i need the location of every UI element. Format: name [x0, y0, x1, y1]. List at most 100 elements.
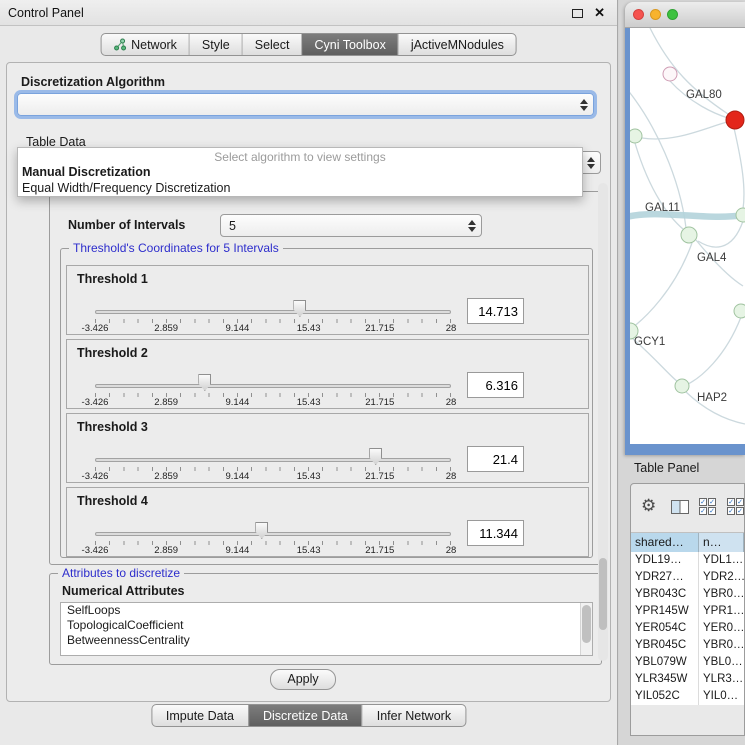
scale-label: 9.144: [226, 397, 250, 408]
threshold-panel: Threshold 2 -3.426 2.859 9.144 15.43 21.…: [66, 339, 589, 409]
table-row[interactable]: YPR145W YPR1…: [631, 603, 744, 620]
threshold-value-field[interactable]: [467, 446, 524, 472]
table-row[interactable]: YLR345W YLR3…: [631, 671, 744, 688]
network-canvas[interactable]: GAL80 GAL11 GAL4 GCY1 HAP2: [630, 28, 745, 444]
network-window-titlebar[interactable]: [625, 2, 745, 28]
tab-infer-network[interactable]: Infer Network: [362, 705, 465, 726]
table-cell[interactable]: YDL1…: [699, 552, 744, 569]
table-cell[interactable]: YIL0…: [699, 688, 744, 705]
table-cell[interactable]: YLR3…: [699, 671, 744, 688]
table-cell[interactable]: YPR145W: [631, 603, 699, 620]
slider-track[interactable]: [95, 532, 451, 536]
scale-label: 28: [446, 397, 457, 408]
tab-discretize-data[interactable]: Discretize Data: [248, 705, 362, 726]
attributes-list[interactable]: SelfLoops TopologicalCoefficient Between…: [60, 602, 593, 656]
table-cell[interactable]: YDL19…: [631, 552, 699, 569]
tab-label: Discretize Data: [263, 709, 348, 723]
table-cell[interactable]: YBL079W: [631, 654, 699, 671]
threshold-slider[interactable]: [95, 300, 451, 318]
network-node[interactable]: [675, 379, 689, 393]
table-cell[interactable]: YDR27…: [631, 569, 699, 586]
table-cell[interactable]: YER0…: [699, 620, 744, 637]
table-cell[interactable]: YBR043C: [631, 586, 699, 603]
popup-item-manual-discretization[interactable]: Manual Discretization: [18, 164, 582, 180]
columns-icon[interactable]: [671, 500, 689, 514]
tab-network[interactable]: Network: [101, 34, 189, 55]
tab-style[interactable]: Style: [189, 34, 242, 55]
table-row[interactable]: YBL079W YBL0…: [631, 654, 744, 671]
close-icon[interactable]: ✕: [594, 5, 605, 21]
slider-thumb[interactable]: [255, 522, 268, 539]
panel-scrollbar[interactable]: [598, 183, 608, 661]
slider-track[interactable]: [95, 458, 451, 462]
minimize-icon[interactable]: [572, 9, 583, 18]
table-cell[interactable]: YIL052C: [631, 688, 699, 705]
tab-select[interactable]: Select: [242, 34, 302, 55]
table-toolbar: ⚙ ✓✓✓✓ ✓✓✓✓: [631, 484, 744, 533]
list-scrollbar[interactable]: [580, 603, 592, 655]
table-row[interactable]: YDR27… YDR2…: [631, 569, 744, 586]
scale-label: 21.715: [365, 545, 394, 556]
table-row[interactable]: YER054C YER0…: [631, 620, 744, 637]
list-item[interactable]: BetweennessCentrality: [61, 633, 592, 648]
close-traffic-light-icon[interactable]: [633, 9, 644, 20]
table-cell[interactable]: YBR045C: [631, 637, 699, 654]
slider-thumb[interactable]: [369, 448, 382, 465]
column-header[interactable]: shared…: [631, 533, 699, 552]
scale-label: 2.859: [154, 323, 178, 334]
slider-thumb[interactable]: [293, 300, 306, 317]
tab-cyni-toolbox[interactable]: Cyni Toolbox: [301, 34, 397, 55]
gear-icon[interactable]: ⚙: [641, 496, 656, 516]
network-node[interactable]: [630, 129, 642, 143]
unselect-columns-icon[interactable]: ✓✓✓✓: [727, 498, 744, 515]
slider-track[interactable]: [95, 310, 451, 314]
network-node[interactable]: [736, 208, 745, 222]
column-header[interactable]: n…: [699, 533, 744, 552]
list-item[interactable]: SelfLoops: [61, 603, 592, 618]
tab-label: Select: [255, 38, 290, 52]
table-cell[interactable]: YDR2…: [699, 569, 744, 586]
tab-label: jActiveMNodules: [411, 38, 504, 52]
table-cell[interactable]: YLR345W: [631, 671, 699, 688]
apply-button[interactable]: Apply: [270, 669, 336, 690]
network-node[interactable]: [663, 67, 677, 81]
num-intervals-select[interactable]: 5: [220, 214, 482, 237]
table-row[interactable]: YBR043C YBR0…: [631, 586, 744, 603]
scale-label: 9.144: [226, 545, 250, 556]
table-cell[interactable]: YBR0…: [699, 637, 744, 654]
threshold-value-field[interactable]: [467, 520, 524, 546]
tab-impute-data[interactable]: Impute Data: [152, 705, 248, 726]
tab-label: Network: [131, 38, 177, 52]
table-cell[interactable]: YBR0…: [699, 586, 744, 603]
scrollbar-thumb[interactable]: [582, 605, 591, 643]
tab-jactivemnodules[interactable]: jActiveMNodules: [398, 34, 516, 55]
threshold-slider[interactable]: [95, 522, 451, 540]
selected-network-node[interactable]: [726, 111, 744, 129]
slider-scale: -3.426 2.859 9.144 15.43 21.715 28: [95, 397, 451, 408]
network-node[interactable]: [681, 227, 697, 243]
table-panel-window: ⚙ ✓✓✓✓ ✓✓✓✓ shared… n… YDL19… YDL1… YD: [630, 483, 745, 736]
table-cell[interactable]: YER054C: [631, 620, 699, 637]
threshold-slider[interactable]: [95, 448, 451, 466]
thresholds-group: Threshold's Coordinates for 5 Intervals …: [60, 248, 593, 558]
table-cell[interactable]: YPR1…: [699, 603, 744, 620]
zoom-traffic-light-icon[interactable]: [667, 9, 678, 20]
table-cell[interactable]: YBL0…: [699, 654, 744, 671]
combo-arrows-icon: [465, 220, 481, 232]
select-all-columns-icon[interactable]: ✓✓✓✓: [699, 498, 716, 515]
threshold-slider[interactable]: [95, 374, 451, 392]
minimize-traffic-light-icon[interactable]: [650, 9, 661, 20]
network-node[interactable]: [734, 304, 745, 318]
slider-thumb[interactable]: [198, 374, 211, 391]
table-row[interactable]: YIL052C YIL0…: [631, 688, 744, 705]
threshold-value-field[interactable]: [467, 298, 524, 324]
slider-track[interactable]: [95, 384, 451, 388]
popup-item-equal-width-frequency[interactable]: Equal Width/Frequency Discretization: [18, 180, 582, 196]
table-row[interactable]: YBR045C YBR0…: [631, 637, 744, 654]
list-item[interactable]: TopologicalCoefficient: [61, 618, 592, 633]
algorithm-select[interactable]: [17, 93, 594, 116]
threshold-value-field[interactable]: [467, 372, 524, 398]
scale-label: 15.43: [297, 545, 321, 556]
scrollbar-thumb[interactable]: [599, 558, 607, 630]
table-row[interactable]: YDL19… YDL1…: [631, 552, 744, 569]
